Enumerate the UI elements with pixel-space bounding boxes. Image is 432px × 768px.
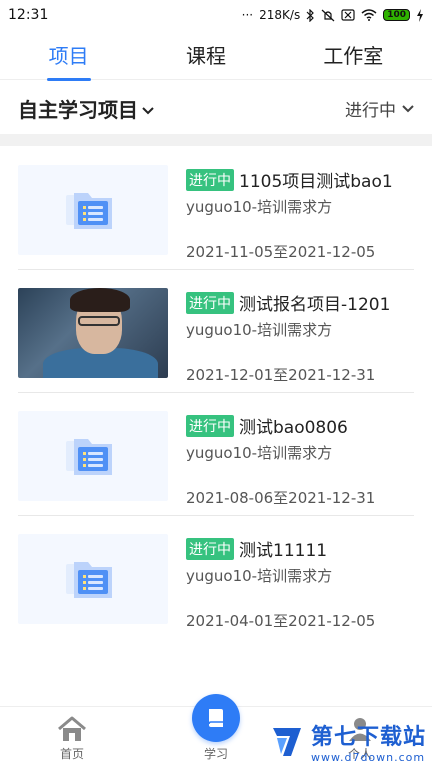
sim-off-icon — [341, 9, 355, 21]
book-icon — [192, 694, 240, 742]
network-speed: 218K/s — [259, 8, 301, 22]
list-item[interactable]: 进行中 测试11111 yuguo10-培训需求方 2021-04-01至202… — [0, 515, 432, 638]
status-time: 12:31 — [8, 7, 49, 23]
bluetooth-icon — [306, 8, 315, 22]
project-dates: 2021-12-01至2021-12-31 — [186, 366, 376, 384]
status-badge: 进行中 — [186, 291, 234, 314]
status-dropdown[interactable]: 进行中 — [345, 96, 414, 121]
nav-study[interactable]: 学习 — [176, 694, 256, 762]
chevron-down-icon — [142, 96, 154, 120]
list-item[interactable]: 进行中 测试报名项目-1201 yuguo10-培训需求方 2021-12-01… — [0, 269, 432, 392]
tab-studio[interactable]: 工作室 — [313, 34, 393, 75]
status-icons: ··· 218K/s 100 — [242, 8, 424, 22]
category-label: 自主学习项目 — [18, 97, 138, 122]
section-divider — [0, 134, 432, 146]
status-bar: 12:31 ··· 218K/s 100 — [0, 0, 432, 30]
filter-bar: 自主学习项目 进行中 — [0, 82, 432, 134]
project-dates: 2021-04-01至2021-12-05 — [186, 612, 376, 630]
project-title: 1105项目测试bao1 — [239, 172, 393, 192]
project-org: yuguo10-培训需求方 — [186, 444, 333, 462]
watermark-title: 第七下载站 — [310, 725, 426, 750]
watermark-url: www.d7down.com — [310, 751, 426, 764]
list-item[interactable]: 进行中 1105项目测试bao1 yuguo10-培训需求方 2021-11-0… — [0, 146, 432, 269]
tab-courses[interactable]: 课程 — [176, 34, 236, 75]
home-icon — [58, 716, 86, 741]
chevron-down-icon — [402, 98, 414, 118]
nav-home-label: 首页 — [59, 747, 84, 761]
nav-study-label: 学习 — [203, 747, 228, 761]
folder-icon — [66, 562, 112, 598]
folder-thumbnail — [18, 534, 168, 624]
folder-icon — [66, 193, 112, 229]
wifi-icon — [361, 9, 377, 21]
list-item[interactable]: 进行中 测试bao0806 yuguo10-培训需求方 2021-08-06至2… — [0, 392, 432, 515]
list-item-info: 进行中 1105项目测试bao1 yuguo10-培训需求方 2021-11-0… — [186, 165, 393, 262]
folder-thumbnail — [18, 165, 168, 255]
project-dates: 2021-11-05至2021-12-05 — [186, 243, 376, 261]
signal-dots-icon: ··· — [241, 8, 254, 22]
project-title: 测试报名项目-1201 — [239, 295, 391, 315]
charging-icon — [416, 8, 424, 22]
watermark-logo-icon — [272, 727, 301, 756]
list-item-info: 进行中 测试报名项目-1201 yuguo10-培训需求方 2021-12-01… — [186, 288, 390, 385]
project-org: yuguo10-培训需求方 — [186, 321, 333, 339]
folder-icon — [66, 439, 112, 475]
project-org: yuguo10-培训需求方 — [186, 567, 333, 585]
nav-home[interactable]: 首页 — [32, 716, 112, 762]
status-badge: 进行中 — [186, 414, 234, 437]
list-item-info: 进行中 测试bao0806 yuguo10-培训需求方 2021-08-06至2… — [186, 411, 375, 508]
project-title: 测试bao0806 — [239, 418, 348, 438]
status-badge: 进行中 — [186, 168, 234, 191]
project-title: 测试11111 — [239, 541, 328, 561]
watermark: 第七下载站 www.d7down.com — [269, 719, 426, 764]
mute-icon — [321, 9, 335, 22]
photo-thumbnail — [18, 288, 168, 378]
battery-icon: 100 — [383, 9, 410, 21]
status-badge: 进行中 — [186, 537, 234, 560]
status-filter-label: 进行中 — [345, 100, 396, 121]
project-org: yuguo10-培训需求方 — [186, 198, 333, 216]
tab-projects[interactable]: 项目 — [39, 34, 99, 75]
project-dates: 2021-08-06至2021-12-31 — [186, 489, 376, 507]
list-item-info: 进行中 测试11111 yuguo10-培训需求方 2021-04-01至202… — [186, 534, 375, 631]
category-dropdown[interactable]: 自主学习项目 — [18, 94, 154, 123]
folder-thumbnail — [18, 411, 168, 501]
project-list: 进行中 1105项目测试bao1 yuguo10-培训需求方 2021-11-0… — [0, 146, 432, 638]
top-tabs: 项目 课程 工作室 — [0, 30, 432, 80]
